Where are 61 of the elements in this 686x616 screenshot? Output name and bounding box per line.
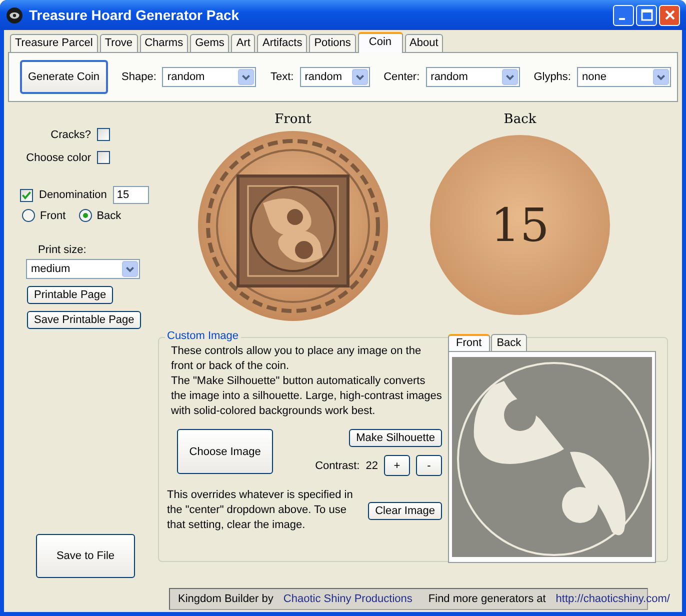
radio-button[interactable] [22, 209, 35, 222]
denomination-field[interactable]: 15 [112, 186, 149, 204]
print-button[interactable]: Printable Page [27, 286, 114, 304]
coin-side-label: Back [504, 112, 536, 127]
save-to-file-button[interactable]: Save to File [36, 534, 135, 578]
checkbox[interactable] [97, 128, 110, 141]
dropdown[interactable]: random [162, 67, 256, 87]
note-text: This overrides whatever is specified in the "center" dropdown above. To use that setting, clear the image. [167, 488, 354, 533]
dropdown-label: Text: [270, 71, 294, 83]
dropdown-label: Glyphs: [534, 71, 571, 83]
tab[interactable]: Coin [358, 32, 403, 53]
checkbox-label: Cracks? [50, 128, 91, 140]
radio-button[interactable] [78, 209, 92, 222]
dropdown[interactable]: random [426, 67, 520, 87]
coin-side-label: Front [274, 112, 312, 127]
clear-image-button[interactable]: Clear Image [368, 502, 442, 520]
contrast-label: Contrast: [315, 460, 360, 472]
make-silhouette-button[interactable]: Make Silhouette [349, 429, 442, 447]
decrease-button[interactable]: - [416, 455, 442, 476]
close-button[interactable] [659, 4, 680, 26]
tab[interactable]: Treasure Parcel [10, 34, 98, 52]
choose-image-button[interactable]: Choose Image [177, 429, 274, 474]
coin-denomination: 15 [490, 198, 550, 252]
window-title: Treasure Hoard Generator Pack [29, 7, 240, 23]
checkbox-label: Choose color [26, 152, 91, 164]
checkbox[interactable] [97, 151, 110, 164]
tab[interactable]: Art [231, 34, 256, 52]
checkbox-label: Denomination [39, 189, 107, 201]
tab[interactable]: Artifacts [257, 34, 308, 52]
tab[interactable]: Gems [190, 34, 230, 52]
tab[interactable]: About [404, 34, 444, 52]
close-icon [664, 9, 676, 21]
preview-tab[interactable]: Front [448, 334, 490, 351]
group-title: Custom Image [165, 330, 241, 342]
tab[interactable]: Charms [140, 34, 188, 52]
radio-label: Back [96, 210, 122, 222]
dropdown-label: Shape: [122, 71, 156, 83]
print-button[interactable]: Save Printable Page [27, 311, 142, 329]
maximize-icon [640, 9, 652, 21]
contrast-value: 22 [366, 460, 378, 472]
minimize-icon [618, 18, 624, 20]
generate-coin-button[interactable]: Generate Coin [20, 60, 108, 94]
description-text: These controls allow you to place any image on the front or back of the coin. The "Make Silhouette" button automatically converts the image into a silhouette. Large, high-contrast images with solid-colored backgrounds work best. [170, 344, 442, 419]
print-size-dropdown[interactable]: medium [26, 259, 140, 279]
checkbox[interactable] [20, 188, 33, 202]
preview-tab[interactable]: Back [490, 334, 528, 351]
tab[interactable]: Potions [309, 34, 356, 52]
status-text: Find more generators at [428, 593, 546, 605]
tab[interactable]: Trove [100, 34, 138, 52]
status-text: Kingdom Builder by [178, 593, 274, 605]
dropdown[interactable]: random [300, 67, 370, 87]
status-link[interactable]: Chaotic Shiny Productions [283, 593, 412, 605]
print-size-label: Print size: [38, 244, 86, 256]
dropdown[interactable]: none [576, 67, 672, 87]
minimize-button[interactable] [613, 4, 634, 26]
dropdown-label: Center: [384, 71, 420, 83]
app-icon [6, 6, 23, 24]
increase-button[interactable]: + [384, 455, 410, 476]
maximize-button[interactable] [636, 4, 657, 26]
status-link[interactable]: http://chaoticshiny.com/ [556, 593, 670, 605]
radio-label: Front [40, 210, 66, 222]
